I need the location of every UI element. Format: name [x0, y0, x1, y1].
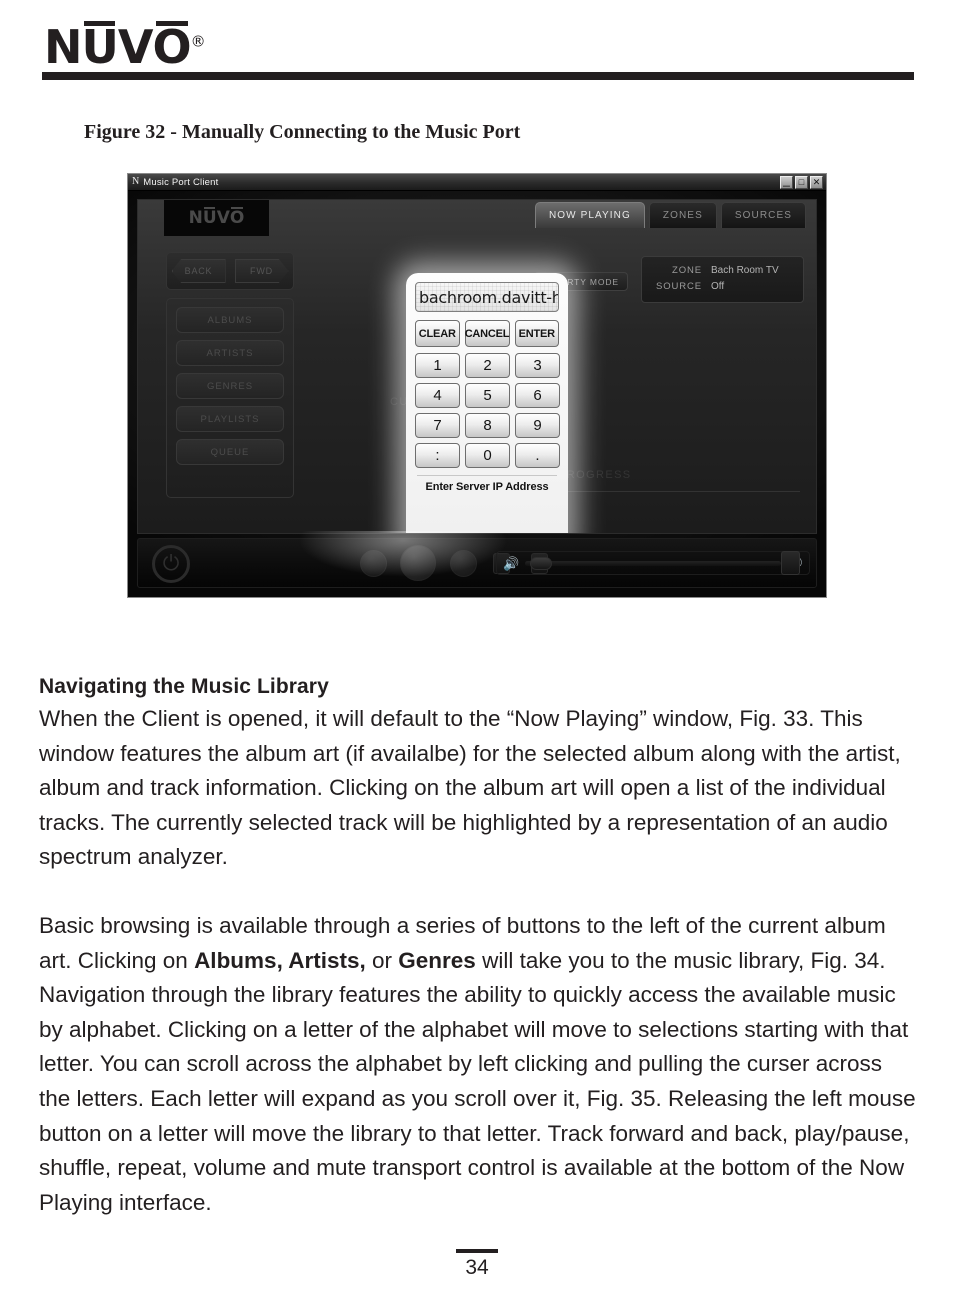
figure-screenshot: N Music Port Client _ □ ✕ NUVO NOW PLAYI… [127, 173, 827, 598]
nav-item-albums[interactable]: ALBUMS [176, 307, 284, 333]
window-controls: _ □ ✕ [780, 173, 823, 189]
keypad-action-row: CLEAR CANCEL ENTER [415, 320, 559, 347]
app-main-panel: NUVO NOW PLAYING ZONES SOURCES ZONE Bach… [137, 199, 817, 534]
tab-zones[interactable]: ZONES [648, 202, 717, 228]
volume-slider-track[interactable] [525, 556, 781, 570]
source-value: Off [711, 281, 725, 292]
close-icon: ✕ [812, 177, 821, 187]
previous-track-button[interactable] [360, 550, 387, 577]
key-7[interactable]: 7 [415, 413, 460, 438]
progress-bar[interactable] [542, 491, 800, 492]
app-canvas: NUVO NOW PLAYING ZONES SOURCES ZONE Bach… [128, 191, 826, 597]
nav-history-group: BACK FWD [166, 252, 294, 290]
key-2[interactable]: 2 [465, 353, 510, 378]
figure-caption: Figure 32 - Manually Connecting to the M… [84, 121, 521, 143]
keypad-divider [417, 475, 557, 476]
mute-button[interactable] [781, 551, 800, 575]
play-pause-button[interactable] [400, 545, 436, 581]
paragraph-1: When the Client is opened, it will defau… [39, 706, 901, 870]
key-1[interactable]: 1 [415, 353, 460, 378]
transport-bar: ⏻ 🔊 🔊 [137, 531, 817, 588]
nuvo-logo: NUVO® [44, 20, 206, 74]
key-6[interactable]: 6 [515, 383, 560, 408]
page-number: 34 [465, 1256, 489, 1279]
app-icon: N [132, 176, 140, 187]
page-footer: 34 [0, 1249, 954, 1279]
nav-item-queue[interactable]: QUEUE [176, 439, 284, 465]
source-row: SOURCE Off [650, 279, 795, 295]
window-title: Music Port Client [143, 176, 219, 188]
key-5[interactable]: 5 [465, 383, 510, 408]
key-period[interactable]: . [515, 443, 560, 468]
paragraph-2-text-3: will take you to the music library, Fig.… [39, 947, 916, 1215]
key-4[interactable]: 4 [415, 383, 460, 408]
clear-button[interactable]: CLEAR [415, 320, 460, 347]
section-heading: Navigating the Music Library [39, 675, 329, 698]
footer-rule [456, 1249, 498, 1253]
key-colon[interactable]: : [415, 443, 460, 468]
key-3[interactable]: 3 [515, 353, 560, 378]
zone-label: ZONE [672, 265, 702, 276]
forward-button[interactable]: FWD [234, 259, 289, 283]
key-0[interactable]: 0 [465, 443, 510, 468]
volume-control[interactable]: 🔊 🔊 [496, 551, 810, 575]
minimize-icon: _ [783, 173, 790, 187]
maximize-button[interactable]: □ [795, 176, 808, 189]
progress-label: PROGRESS [558, 469, 632, 481]
volume-slider-handle[interactable] [530, 556, 553, 570]
zone-info-panel: ZONE Bach Room TV SOURCE Off [641, 256, 804, 303]
minimize-button[interactable]: _ [780, 173, 793, 189]
nav-item-artists[interactable]: ARTISTS [176, 340, 284, 366]
library-nav-list: ALBUMS ARTISTS GENRES PLAYLISTS QUEUE [166, 298, 294, 498]
window-titlebar: N Music Port Client _ □ ✕ [128, 174, 826, 191]
key-9[interactable]: 9 [515, 413, 560, 438]
enter-button[interactable]: ENTER [514, 320, 559, 347]
power-button[interactable]: ⏻ [152, 545, 190, 583]
nav-item-genres[interactable]: GENRES [176, 373, 284, 399]
app-tab-bar: NOW PLAYING ZONES SOURCES [534, 202, 806, 228]
paragraph-2: Basic browsing is available through a se… [39, 909, 917, 1220]
next-track-button[interactable] [450, 550, 477, 577]
server-address-input[interactable]: bachroom.davitt-h [415, 282, 559, 312]
paragraph-2-bold-2: Genres [398, 947, 476, 973]
tab-now-playing[interactable]: NOW PLAYING [534, 202, 645, 228]
power-icon: ⏻ [162, 552, 180, 575]
app-nuvo-logo: NUVO [164, 200, 269, 236]
header-rule [42, 72, 914, 80]
ip-entry-dialog: bachroom.davitt-h CLEAR CANCEL ENTER 1 2… [406, 273, 568, 533]
key-8[interactable]: 8 [465, 413, 510, 438]
zone-value: Bach Room TV [711, 265, 779, 276]
keypad-caption: Enter Server IP Address [425, 481, 549, 493]
source-label: SOURCE [655, 281, 702, 292]
page-header: NUVO® [0, 0, 954, 90]
close-button[interactable]: ✕ [810, 176, 823, 189]
nav-item-playlists[interactable]: PLAYLISTS [176, 406, 284, 432]
paragraph-2-text-2: or [365, 947, 399, 973]
keypad-number-grid: 1 2 3 4 5 6 7 8 9 : 0 . [415, 353, 560, 468]
paragraph-2-bold-1: Albums, Artists, [194, 947, 366, 973]
back-button[interactable]: BACK [171, 259, 226, 283]
cancel-button[interactable]: CANCEL [464, 320, 510, 347]
article-body: Navigating the Music Library When the Cl… [39, 672, 917, 1220]
tab-sources[interactable]: SOURCES [720, 202, 806, 228]
zone-row: ZONE Bach Room TV [650, 263, 795, 279]
server-address-value: bachroom.davitt-h [419, 287, 559, 307]
volume-low-icon: 🔊 [503, 555, 520, 571]
maximize-icon: □ [798, 177, 805, 187]
registered-mark: ® [190, 32, 206, 51]
